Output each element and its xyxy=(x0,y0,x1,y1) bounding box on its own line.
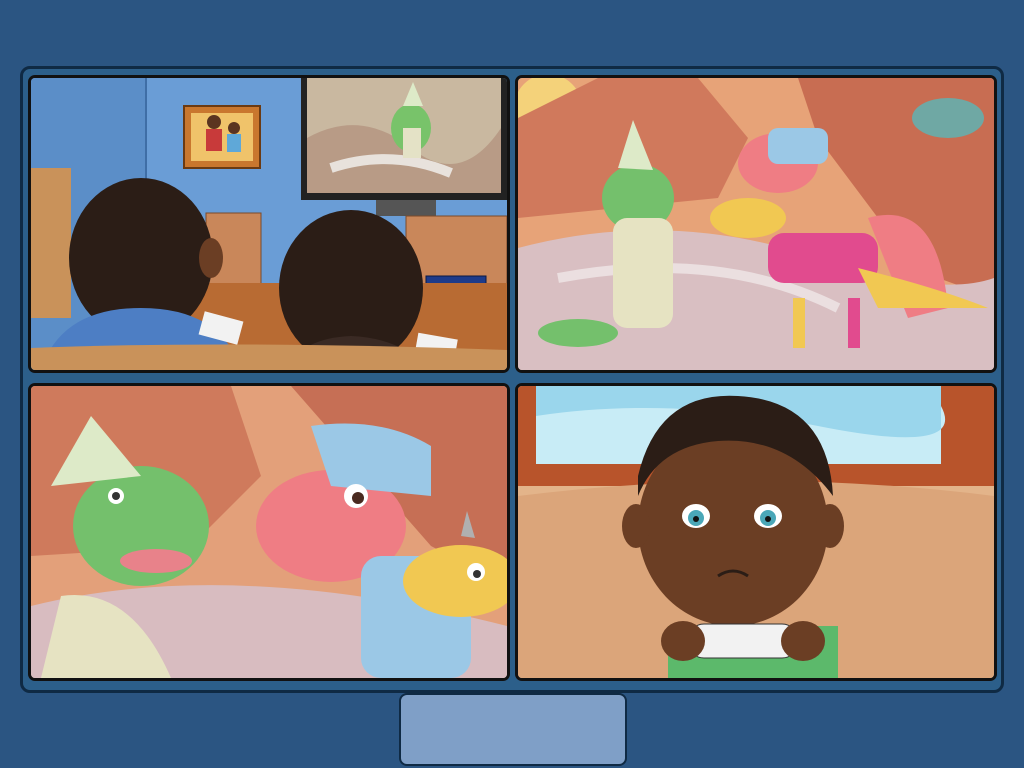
boy-playing-illustration xyxy=(518,386,994,678)
comic-panel-canyon-closeup xyxy=(28,383,510,681)
continue-button[interactable] xyxy=(399,693,627,766)
canyon-closeup-illustration xyxy=(31,386,507,678)
living-room-illustration xyxy=(31,78,507,370)
canyon-dinosaurs-illustration xyxy=(518,78,994,370)
comic-panel-boy-playing xyxy=(515,383,997,681)
comic-panel-living-room xyxy=(28,75,510,373)
comic-panel-canyon-dinosaurs xyxy=(515,75,997,373)
